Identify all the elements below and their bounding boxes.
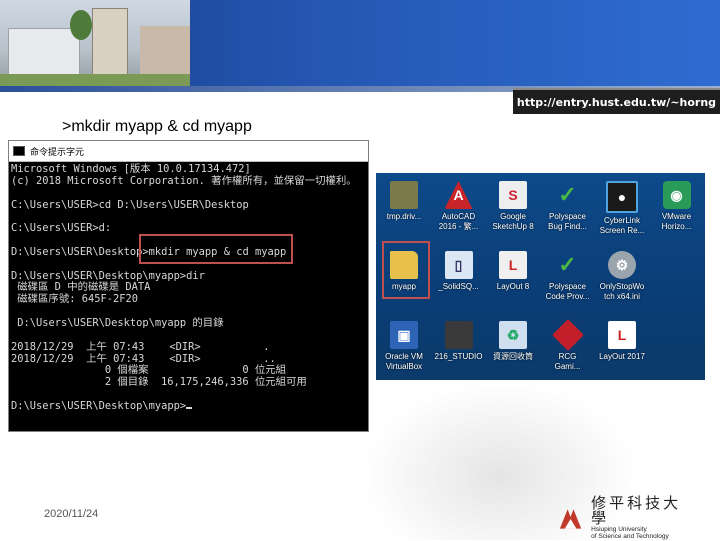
console-line: D:\Users\USER\Desktop\myapp> (11, 400, 368, 413)
layout-icon: L (608, 321, 636, 349)
slide-date: 2020/11/24 (44, 508, 99, 520)
command-title: >mkdir myapp & cd myapp (62, 118, 252, 135)
virtualbox-icon: ▣ (390, 321, 418, 349)
university-logo: 修平科技大學 Hsiuping University of Science an… (556, 495, 696, 540)
desktop-icon-label: LayOut 8 (496, 282, 530, 291)
console-line: D:\Users\USER\Desktop\myapp 的目錄 (11, 316, 224, 329)
console-window[interactable]: 命令提示字元 Microsoft Windows [版本 10.0.17134.… (8, 140, 369, 432)
desktop-icon[interactable]: ✓ Polyspace Bug Find... (540, 177, 596, 245)
gear-icon: ⚙ (608, 251, 636, 279)
text-cursor (186, 406, 193, 409)
desktop-icon[interactable]: ▣ Oracle VM VirtualBox (376, 317, 432, 380)
polyspace-icon: ✓ (558, 252, 577, 277)
campus-photo (0, 0, 190, 88)
desktop-icon-label: VMware Horizo... (661, 212, 692, 231)
desktop-icon[interactable]: RCG Gami... (540, 317, 596, 380)
header-banner (0, 0, 720, 88)
console-line: 2018/12/29 上午 07:43 <DIR> . (11, 340, 270, 353)
desktop-icon[interactable]: ✓ Polyspace Code Prov... (540, 247, 596, 315)
console-title: 命令提示字元 (30, 146, 85, 157)
desktop-icon-label: Polyspace Code Prov... (545, 282, 590, 301)
command-highlight-box (139, 234, 293, 264)
desktop-icon-label: _SolidSQ... (438, 282, 479, 291)
layout-icon: L (499, 251, 527, 279)
desktop-icon-label: Polyspace Bug Find... (548, 212, 587, 231)
url-label: http://entry.hust.edu.tw/~horng (513, 88, 720, 114)
desktop-icon-label: LayOut 2017 (599, 352, 645, 361)
vmware-icon: ◉ (662, 181, 691, 209)
console-line: 2 個目錄 16,175,246,336 位元組可用 (11, 376, 307, 389)
desktop-icon-label: RCG Gami... (554, 352, 581, 371)
logo-mark-icon (559, 509, 582, 529)
desktop-icon-label: tmp.driv... (386, 212, 422, 221)
desktop-icon-label: CyberLink Screen Re... (599, 216, 645, 235)
recycle-bin-icon: ♻ (499, 321, 527, 349)
desktop-icon[interactable]: ▯ _SolidSQ... (431, 247, 487, 315)
autocad-icon: A (444, 181, 473, 209)
desktop-icon-label: 資源回收筒 (493, 352, 533, 361)
desktop-icon[interactable]: ♻ 資源回收筒 (485, 317, 541, 380)
desktop-icon-label: OnlyStopWo tch x64.ini (599, 282, 645, 301)
file-icon: ▯ (444, 251, 473, 279)
console-titlebar[interactable]: 命令提示字元 (9, 141, 368, 162)
desktop-icon[interactable]: tmp.driv... (376, 177, 432, 245)
folder-icon (444, 321, 473, 349)
desktop-icon[interactable]: ⚙ OnlyStopWo tch x64.ini (594, 247, 650, 315)
console-line: 磁碟區序號: 645F-2F20 (11, 293, 139, 306)
desktop-icon-label: Google SketchUp 8 (492, 212, 534, 231)
desktop-icon[interactable]: L LayOut 8 (485, 247, 541, 315)
desktop-icon-label: AutoCAD 2016 - 繁... (438, 212, 479, 231)
folder-icon (390, 181, 418, 209)
desktop-icon[interactable]: ◉ VMware Horizo... (649, 177, 705, 245)
desktop-icon[interactable]: 216_STUDIO (431, 317, 487, 380)
polyspace-icon: ✓ (558, 182, 577, 207)
desktop-icon[interactable]: A AutoCAD 2016 - 繁... (431, 177, 487, 245)
myapp-highlight-box (382, 241, 430, 299)
desktop-icon[interactable]: S Google SketchUp 8 (485, 177, 541, 245)
logo-chinese-name: 修平科技大學 (591, 493, 682, 527)
desktop-icon[interactable]: L LayOut 2017 (594, 317, 650, 380)
console-output[interactable]: Microsoft Windows [版本 10.0.17134.472] (c)… (9, 162, 368, 413)
desktop-icon-label: Oracle VM VirtualBox (385, 352, 423, 371)
desktop-icon[interactable]: ● CyberLink Screen Re... (594, 177, 650, 245)
desktop-icon-label: 216_STUDIO (434, 352, 483, 361)
console-line: C:\Users\USER>cd D:\Users\USER\Desktop (11, 198, 249, 211)
console-icon (13, 146, 25, 156)
sketchup-icon: S (499, 181, 527, 209)
rcg-icon (551, 319, 584, 351)
cyberlink-icon: ● (606, 181, 638, 213)
console-line: (c) 2018 Microsoft Corporation. 著作權所有，並保… (11, 174, 357, 187)
